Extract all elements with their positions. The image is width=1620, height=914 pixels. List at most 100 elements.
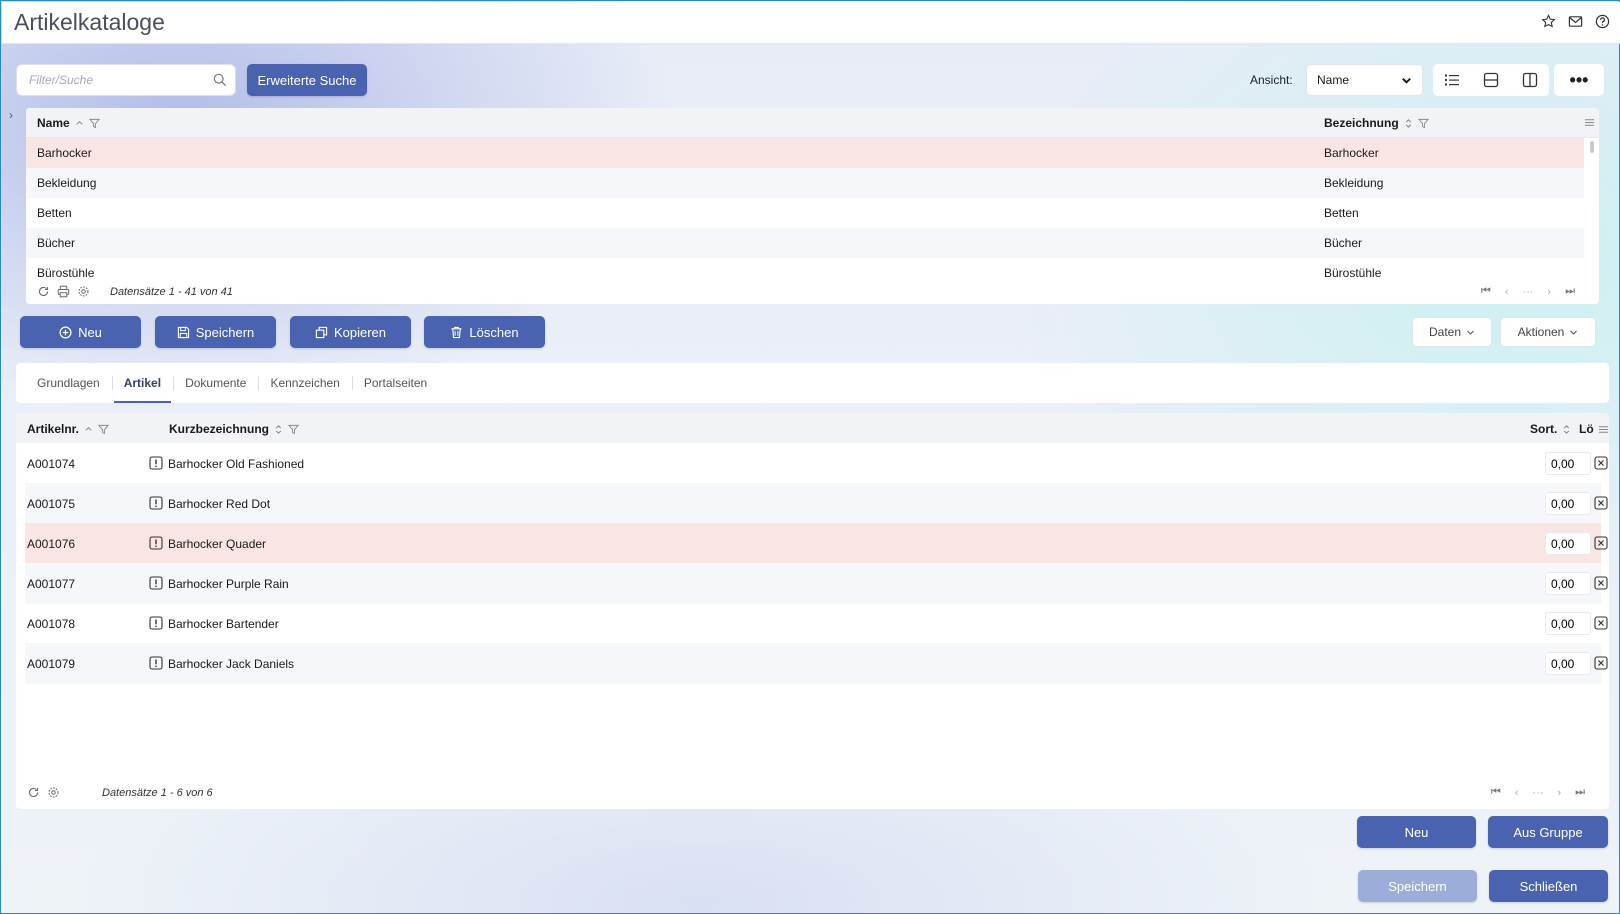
list-view-icon[interactable] <box>1444 72 1460 88</box>
record-count: Datensätze 1 - 41 von 41 <box>110 286 233 298</box>
view-select[interactable]: Name <box>1306 64 1423 96</box>
search-icon[interactable] <box>213 73 227 90</box>
table-row[interactable]: A001077 Barhocker Purple Rain <box>25 563 1608 604</box>
chevron-down-icon <box>1467 330 1474 335</box>
next-page-icon[interactable]: › <box>1557 787 1561 799</box>
delete-button[interactable]: Löschen <box>424 316 545 348</box>
first-page-icon[interactable]: ⏮ <box>1491 786 1501 799</box>
table-row[interactable]: A001079 Barhocker Jack Daniels <box>25 643 1608 684</box>
from-group-button[interactable]: Aus Gruppe <box>1488 816 1608 848</box>
new-button[interactable]: Neu <box>20 316 141 348</box>
tab-portalseiten[interactable]: Portalseiten <box>351 363 439 403</box>
filter-icon[interactable] <box>288 424 300 435</box>
pager: ⏮ ‹ ··· › ⏭ <box>1481 285 1575 298</box>
tab-artikel[interactable]: Artikel <box>111 363 173 403</box>
cell-bezeichnung: Bekleidung <box>1324 176 1384 190</box>
next-page-icon[interactable]: › <box>1547 286 1551 298</box>
column-header-loeschen[interactable]: Lö <box>1579 422 1609 436</box>
sort-input[interactable] <box>1545 532 1591 555</box>
close-button[interactable]: Schließen <box>1489 870 1608 902</box>
advanced-search-button[interactable]: Erweiterte Suche <box>247 64 367 96</box>
pager: ⏮ ‹ ··· › ⏭ <box>1491 786 1585 799</box>
delete-box-icon[interactable] <box>1594 496 1608 510</box>
cell-artikelnr: A001076 <box>27 537 76 551</box>
settings-icon[interactable] <box>47 786 60 799</box>
more-icon[interactable]: ••• <box>1554 64 1604 96</box>
table-row[interactable]: A001078 Barhocker Bartender <box>25 603 1608 644</box>
delete-box-icon[interactable] <box>1594 456 1608 470</box>
sort-input[interactable] <box>1545 492 1591 515</box>
data-menu-button[interactable]: Daten <box>1412 317 1492 347</box>
table-row[interactable]: Betten Betten <box>26 198 1584 228</box>
delete-box-icon[interactable] <box>1594 656 1608 670</box>
table-row[interactable]: Barhocker Barhocker <box>26 138 1584 168</box>
actions-menu-button[interactable]: Aktionen <box>1500 317 1596 347</box>
tab-kennzeichen[interactable]: Kennzeichen <box>258 363 351 403</box>
settings-icon[interactable] <box>77 285 90 298</box>
sort-icon[interactable] <box>1403 118 1414 129</box>
filter-icon[interactable] <box>98 424 110 435</box>
delete-box-icon[interactable] <box>1594 536 1608 550</box>
sort-input[interactable] <box>1545 612 1591 635</box>
scrollbar[interactable] <box>1590 141 1594 153</box>
mail-icon[interactable] <box>1568 14 1583 29</box>
search-input[interactable] <box>17 65 235 95</box>
cell-artikelnr: A001079 <box>27 657 76 671</box>
catalog-grid-footer: Datensätze 1 - 41 von 41 ⏮ ‹ ··· › ⏭ <box>26 280 1599 304</box>
column-menu-icon[interactable] <box>1598 424 1609 435</box>
new-article-button[interactable]: Neu <box>1357 816 1476 848</box>
trash-icon <box>451 326 463 338</box>
column-header-name[interactable]: Name <box>37 116 100 130</box>
last-page-icon[interactable]: ⏭ <box>1565 285 1575 298</box>
copy-button[interactable]: Kopieren <box>290 316 411 348</box>
catalog-grid: Name Bezeichnung Barhocker Barhocker Bek… <box>26 108 1599 304</box>
print-icon[interactable] <box>57 285 70 298</box>
column-menu-icon[interactable] <box>1584 117 1595 131</box>
sort-input[interactable] <box>1545 652 1591 675</box>
tab-grundlagen[interactable]: Grundlagen <box>25 363 112 403</box>
cell-kurzbezeichnung: Barhocker Red Dot <box>168 497 271 511</box>
column-header-kurzbezeichnung[interactable]: Kurzbezeichnung <box>169 422 300 436</box>
sort-icon[interactable] <box>1561 424 1572 435</box>
column-header-artikelnr[interactable]: Artikelnr. <box>27 422 110 436</box>
copy-button-label: Kopieren <box>333 324 387 340</box>
refresh-icon[interactable] <box>27 786 40 799</box>
table-row[interactable]: A001075 Barhocker Red Dot <box>25 483 1608 524</box>
column-header-bezeichnung[interactable]: Bezeichnung <box>1324 116 1429 130</box>
last-page-icon[interactable]: ⏭ <box>1575 786 1585 799</box>
cell-bezeichnung: Bücher <box>1324 236 1363 250</box>
split-horizontal-icon[interactable] <box>1483 72 1499 88</box>
refresh-icon[interactable] <box>37 285 50 298</box>
table-row[interactable]: Bücher Bücher <box>26 228 1584 258</box>
table-row[interactable]: A001076 Barhocker Quader <box>25 523 1608 564</box>
warning-icon <box>149 656 163 670</box>
table-row[interactable]: Bekleidung Bekleidung <box>26 168 1584 198</box>
prev-page-icon[interactable]: ‹ <box>1505 286 1509 298</box>
sort-icon[interactable] <box>273 424 284 435</box>
chevron-right-icon[interactable]: › <box>9 108 13 122</box>
column-header-sort[interactable]: Sort. <box>1530 422 1572 436</box>
star-icon[interactable] <box>1541 14 1556 29</box>
delete-box-icon[interactable] <box>1594 576 1608 590</box>
save-button[interactable]: Speichern <box>155 316 276 348</box>
tab-dokumente[interactable]: Dokumente <box>173 363 258 403</box>
filter-icon[interactable] <box>1417 118 1429 129</box>
help-icon[interactable] <box>1595 14 1610 29</box>
prev-page-icon[interactable]: ‹ <box>1515 787 1519 799</box>
warning-icon <box>149 496 163 510</box>
save-dialog-button[interactable]: Speichern <box>1358 870 1477 902</box>
filter-icon[interactable] <box>88 118 100 129</box>
sort-ascending-icon[interactable] <box>83 424 94 435</box>
sort-ascending-icon[interactable] <box>74 118 85 129</box>
tab-bar: Grundlagen Artikel Dokumente Kennzeichen… <box>16 363 1609 403</box>
delete-box-icon[interactable] <box>1594 616 1608 630</box>
view-label: Ansicht: <box>1250 73 1293 87</box>
cell-kurzbezeichnung: Barhocker Purple Rain <box>168 577 289 591</box>
sort-input[interactable] <box>1545 452 1591 475</box>
sort-input[interactable] <box>1545 572 1591 595</box>
split-vertical-icon[interactable] <box>1522 72 1538 88</box>
table-row[interactable]: A001074 Barhocker Old Fashioned <box>25 443 1608 484</box>
search-field[interactable] <box>16 64 236 96</box>
first-page-icon[interactable]: ⏮ <box>1481 285 1491 298</box>
catalog-grid-header: Name Bezeichnung <box>26 108 1599 138</box>
